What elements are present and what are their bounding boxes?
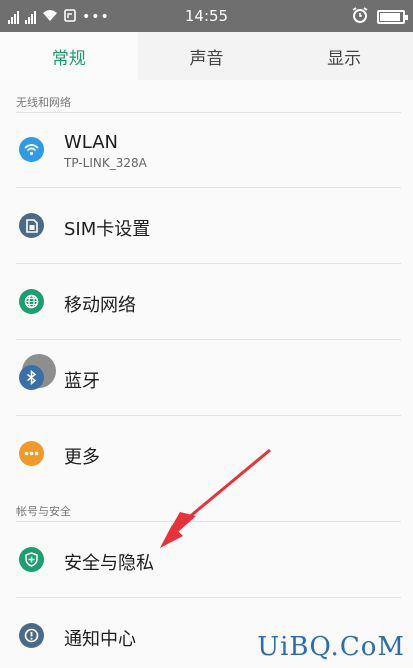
watermark: UiBQ.CoM — [257, 632, 405, 662]
annotation-arrow — [160, 448, 271, 548]
